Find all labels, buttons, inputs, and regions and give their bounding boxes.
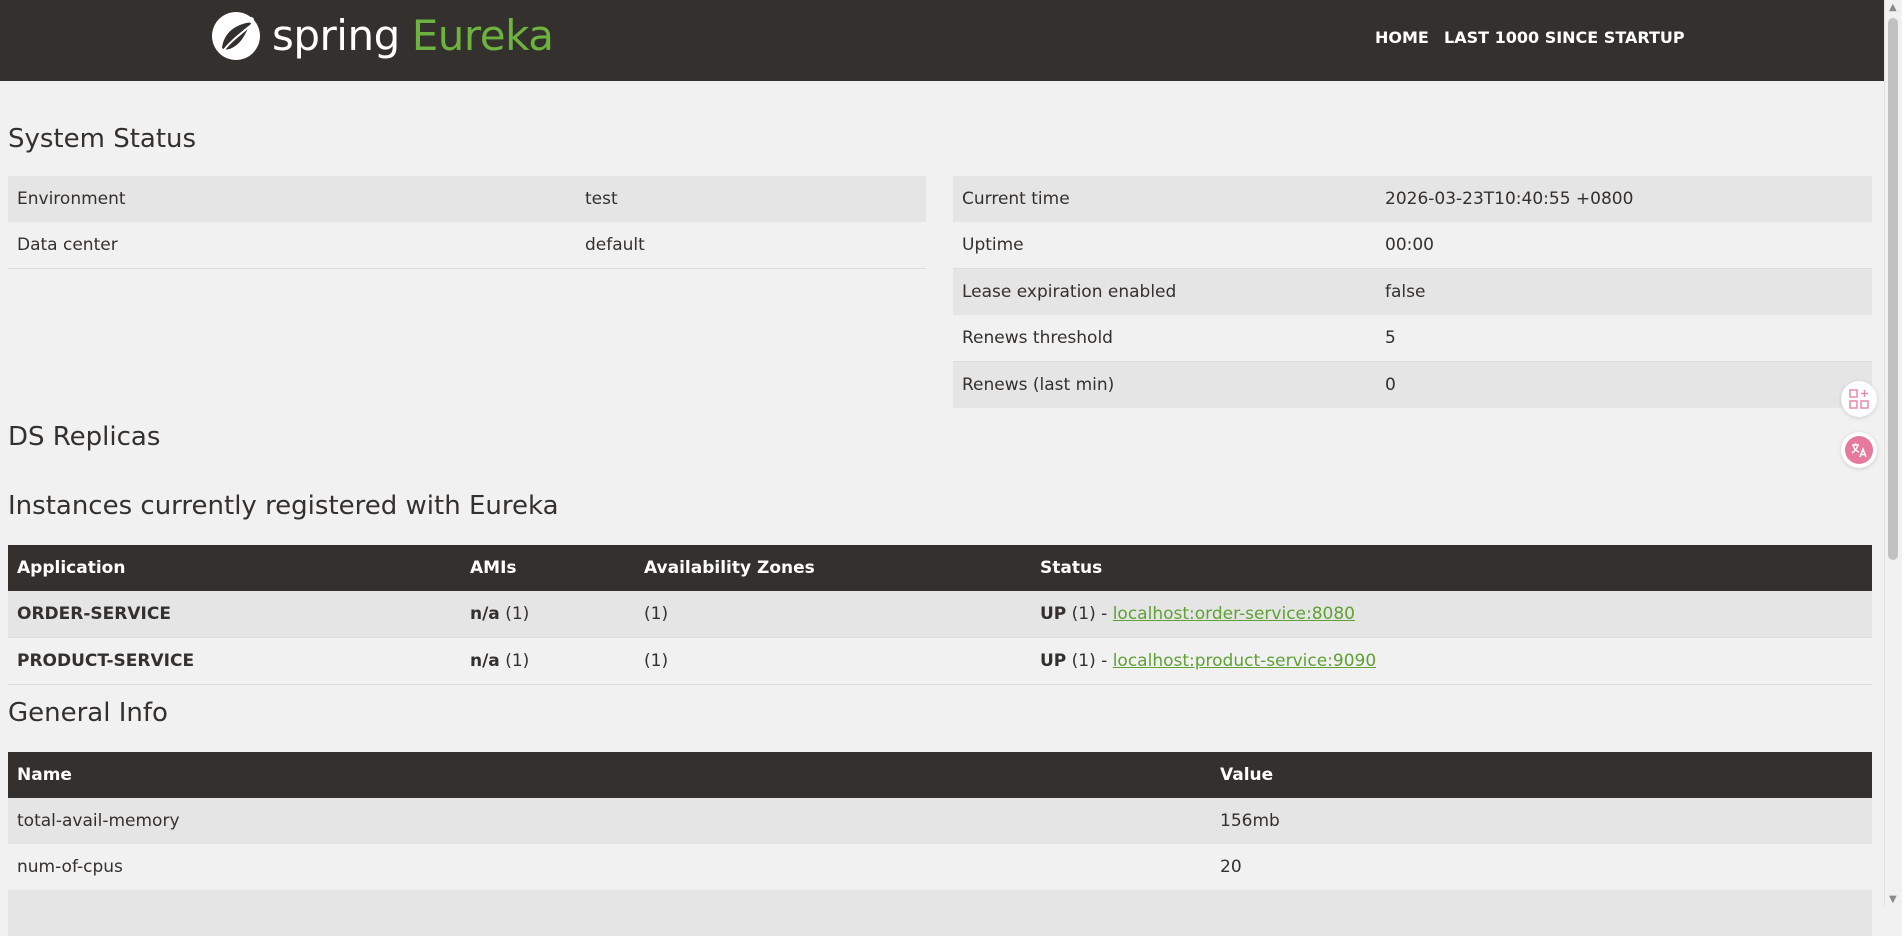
scroll-up-arrow-icon[interactable]: ▲ xyxy=(1889,2,1897,13)
table-row: PRODUCT-SERVICE n/a (1) (1) UP (1) - loc… xyxy=(8,637,1872,685)
amis-count: (1) xyxy=(499,604,530,624)
logo-spring-text: spring xyxy=(272,11,400,60)
general-info-table: Name Value total-avail-memory 156mb num-… xyxy=(8,752,1872,936)
info-name: num-of-cpus xyxy=(8,844,1211,890)
table-row: Current time 2026-03-23T10:40:55 +0800 xyxy=(953,176,1872,222)
lease-expiration-label: Lease expiration enabled xyxy=(953,268,1376,315)
renews-threshold-label: Renews threshold xyxy=(953,315,1376,362)
apps-add-icon xyxy=(1849,389,1869,409)
instances-table: Application AMIs Availability Zones Stat… xyxy=(8,545,1872,685)
nav-last-1000-link[interactable]: LAST 1000 SINCE STARTUP xyxy=(1444,28,1685,47)
uptime-value: 00:00 xyxy=(1376,222,1872,269)
general-info-heading: General Info xyxy=(8,698,168,728)
apps-add-button[interactable] xyxy=(1841,381,1877,417)
translate-icon xyxy=(1845,436,1873,464)
datacenter-value: default xyxy=(576,222,926,269)
system-status-left-table: Environment test Data center default xyxy=(8,176,926,269)
uptime-label: Uptime xyxy=(953,222,1376,269)
table-row: num-of-cpus 20 xyxy=(8,844,1872,890)
col-value: Value xyxy=(1211,752,1872,798)
amis-value: n/a xyxy=(470,651,500,671)
env-value: test xyxy=(576,176,926,222)
instances-heading: Instances currently registered with Eure… xyxy=(8,491,559,521)
table-row: Uptime 00:00 xyxy=(953,222,1872,269)
system-status-heading: System Status xyxy=(8,124,197,154)
renews-last-min-value: 0 xyxy=(1376,361,1872,408)
datacenter-label: Data center xyxy=(8,222,576,269)
scrollbar-thumb[interactable] xyxy=(1888,18,1898,560)
table-row: ORDER-SERVICE n/a (1) (1) UP (1) - local… xyxy=(8,591,1872,638)
col-status: Status xyxy=(1031,545,1872,591)
application-name: ORDER-SERVICE xyxy=(8,591,461,638)
current-time-value: 2026-03-23T10:40:55 +0800 xyxy=(1376,176,1872,222)
table-header-row: Application AMIs Availability Zones Stat… xyxy=(8,545,1872,591)
status-cell: UP (1) - localhost:product-service:9090 xyxy=(1031,637,1872,685)
status-count: (1) - xyxy=(1066,651,1113,671)
col-application: Application xyxy=(8,545,461,591)
spring-logo-icon xyxy=(212,12,260,60)
amis-value: n/a xyxy=(470,604,500,624)
renews-threshold-value: 5 xyxy=(1376,315,1872,362)
instance-link[interactable]: localhost:product-service:9090 xyxy=(1113,651,1376,671)
instance-link[interactable]: localhost:order-service:8080 xyxy=(1113,604,1355,624)
spring-eureka-logo[interactable]: spring Eureka xyxy=(210,10,554,62)
col-availability-zones: Availability Zones xyxy=(635,545,1031,591)
info-value xyxy=(1211,890,1872,936)
status-value: UP xyxy=(1040,604,1067,624)
col-amis: AMIs xyxy=(461,545,635,591)
system-status-right-table: Current time 2026-03-23T10:40:55 +0800 U… xyxy=(953,176,1872,408)
info-name: total-avail-memory xyxy=(8,798,1211,844)
application-name: PRODUCT-SERVICE xyxy=(8,637,461,685)
amis-cell: n/a (1) xyxy=(461,591,635,638)
table-row xyxy=(8,890,1872,936)
info-name xyxy=(8,890,1211,936)
logo-eureka-text: Eureka xyxy=(411,11,554,60)
scroll-down-arrow-icon[interactable]: ▼ xyxy=(1889,894,1897,905)
lease-expiration-value: false xyxy=(1376,268,1872,315)
col-name: Name xyxy=(8,752,1211,798)
status-count: (1) - xyxy=(1066,604,1113,624)
table-row: total-avail-memory 156mb xyxy=(8,798,1872,844)
status-value: UP xyxy=(1040,651,1067,671)
zones-cell: (1) xyxy=(635,591,1031,638)
info-value: 20 xyxy=(1211,844,1872,890)
table-row: Environment test xyxy=(8,176,926,222)
status-cell: UP (1) - localhost:order-service:8080 xyxy=(1031,591,1872,638)
vertical-scrollbar[interactable]: ▲ ▼ xyxy=(1884,0,1902,907)
current-time-label: Current time xyxy=(953,176,1376,222)
info-value: 156mb xyxy=(1211,798,1872,844)
renews-last-min-label: Renews (last min) xyxy=(953,361,1376,408)
zones-cell: (1) xyxy=(635,637,1031,685)
amis-count: (1) xyxy=(499,651,530,671)
table-row: Renews (last min) 0 xyxy=(953,361,1872,408)
table-row: Renews threshold 5 xyxy=(953,315,1872,362)
env-label: Environment xyxy=(8,176,576,222)
ds-replicas-heading: DS Replicas xyxy=(8,422,161,452)
table-row: Lease expiration enabled false xyxy=(953,268,1872,315)
translate-button[interactable] xyxy=(1841,432,1877,468)
table-header-row: Name Value xyxy=(8,752,1872,798)
table-row: Data center default xyxy=(8,222,926,269)
top-navbar: spring Eureka HOME LAST 1000 SINCE STARTU… xyxy=(0,0,1885,81)
amis-cell: n/a (1) xyxy=(461,637,635,685)
nav-home-link[interactable]: HOME xyxy=(1375,28,1429,47)
